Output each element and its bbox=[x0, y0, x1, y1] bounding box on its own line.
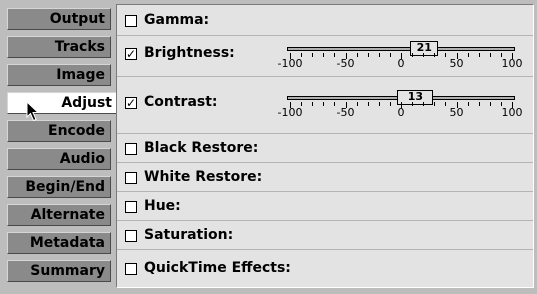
contrast-slider-tick-label: -50 bbox=[336, 106, 355, 119]
brightness-label: Brightness: bbox=[144, 45, 235, 61]
contrast-slider-tick bbox=[467, 102, 469, 106]
tab-audio[interactable]: Audio bbox=[7, 148, 111, 170]
brightness-slider-tick bbox=[445, 53, 447, 57]
white-restore-checkbox[interactable] bbox=[125, 172, 137, 184]
tab-output[interactable]: Output bbox=[7, 8, 111, 30]
option-contrast: ✓ Contrast: 13 -100 -50 0 50 100 bbox=[117, 77, 533, 134]
arrow-cursor-icon bbox=[26, 101, 40, 122]
hue-checkbox[interactable] bbox=[125, 201, 137, 213]
brightness-slider-tick-label: 0 bbox=[397, 57, 405, 70]
brightness-slider-tick bbox=[312, 53, 314, 57]
brightness-slider-tick-label: 100 bbox=[501, 57, 523, 70]
tab-adjust[interactable]: Adjust bbox=[7, 92, 117, 114]
contrast-slider-tick bbox=[378, 102, 380, 106]
contrast-checkbox[interactable]: ✓ bbox=[125, 97, 137, 109]
tab-summary[interactable]: Summary bbox=[7, 260, 111, 282]
brightness-slider-tick bbox=[434, 53, 436, 57]
black-restore-checkbox[interactable] bbox=[125, 143, 137, 155]
tab-column: Output Tracks Image Adjust Encode Audio … bbox=[0, 0, 117, 294]
contrast-slider-tick bbox=[434, 102, 436, 106]
black-restore-label: Black Restore: bbox=[144, 140, 259, 156]
contrast-slider-tick-label: 100 bbox=[501, 106, 523, 119]
option-brightness: ✓ Brightness: 21 -100 -50 0 50 100 bbox=[117, 36, 533, 77]
contrast-slider-tick bbox=[412, 102, 414, 106]
brightness-slider-tick bbox=[334, 53, 336, 57]
tab-image[interactable]: Image bbox=[7, 64, 111, 86]
adjust-options-panel: Gamma: ✓ Brightness: 21 -100 -50 0 50 100 ✓ … bbox=[116, 4, 534, 288]
brightness-slider-tick-label: -50 bbox=[336, 57, 355, 70]
contrast-slider-tick bbox=[323, 102, 325, 106]
brightness-slider-tick bbox=[367, 53, 369, 57]
contrast-slider-tick bbox=[478, 102, 480, 106]
brightness-checkbox[interactable]: ✓ bbox=[125, 48, 137, 60]
option-saturation: Saturation: bbox=[117, 221, 533, 250]
tab-encode[interactable]: Encode bbox=[7, 120, 111, 142]
tab-metadata[interactable]: Metadata bbox=[7, 232, 111, 254]
contrast-slider-tick bbox=[334, 102, 336, 106]
option-white-restore: White Restore: bbox=[117, 163, 533, 192]
option-hue: Hue: bbox=[117, 192, 533, 221]
contrast-slider-tick bbox=[312, 102, 314, 106]
contrast-slider-tick bbox=[445, 102, 447, 106]
contrast-slider-tick bbox=[367, 102, 369, 106]
brightness-slider-tick bbox=[489, 53, 491, 57]
tab-alternate[interactable]: Alternate bbox=[7, 204, 111, 226]
contrast-slider-tick-label: 0 bbox=[397, 106, 405, 119]
brightness-slider-tick-label: 50 bbox=[449, 57, 464, 70]
saturation-checkbox[interactable] bbox=[125, 230, 137, 242]
hue-label: Hue: bbox=[144, 198, 181, 214]
brightness-slider-tick bbox=[467, 53, 469, 57]
brightness-slider-tick bbox=[478, 53, 480, 57]
brightness-slider-tick-label: -100 bbox=[277, 57, 303, 70]
gamma-label: Gamma: bbox=[144, 12, 210, 28]
quicktime-effects-checkbox[interactable] bbox=[125, 263, 137, 275]
brightness-slider-tick bbox=[356, 53, 358, 57]
contrast-label: Contrast: bbox=[144, 94, 218, 110]
brightness-slider[interactable]: 21 -100 -50 0 50 100 bbox=[278, 39, 531, 70]
quicktime-effects-label: QuickTime Effects: bbox=[144, 260, 291, 276]
brightness-slider-tick bbox=[323, 53, 325, 57]
tab-begin-end[interactable]: Begin/End bbox=[7, 176, 111, 198]
option-quicktime-effects: QuickTime Effects: bbox=[117, 250, 533, 287]
contrast-slider-tick bbox=[423, 102, 425, 106]
option-gamma: Gamma: bbox=[117, 5, 533, 36]
contrast-slider-tick bbox=[389, 102, 391, 106]
gamma-checkbox[interactable] bbox=[125, 15, 137, 27]
contrast-slider-tick-label: -100 bbox=[277, 106, 303, 119]
contrast-slider-tick bbox=[489, 102, 491, 106]
contrast-slider[interactable]: 13 -100 -50 0 50 100 bbox=[278, 88, 531, 119]
brightness-slider-tick bbox=[423, 53, 425, 57]
brightness-slider-tick bbox=[412, 53, 414, 57]
white-restore-label: White Restore: bbox=[144, 169, 263, 185]
contrast-slider-tick bbox=[356, 102, 358, 106]
option-black-restore: Black Restore: bbox=[117, 134, 533, 163]
brightness-slider-tick bbox=[389, 53, 391, 57]
contrast-slider-tick-label: 50 bbox=[449, 106, 464, 119]
brightness-slider-track bbox=[287, 47, 515, 51]
contrast-slider-thumb[interactable]: 13 bbox=[397, 90, 434, 105]
tab-tracks[interactable]: Tracks bbox=[7, 36, 111, 58]
saturation-label: Saturation: bbox=[144, 227, 234, 243]
brightness-slider-tick bbox=[378, 53, 380, 57]
